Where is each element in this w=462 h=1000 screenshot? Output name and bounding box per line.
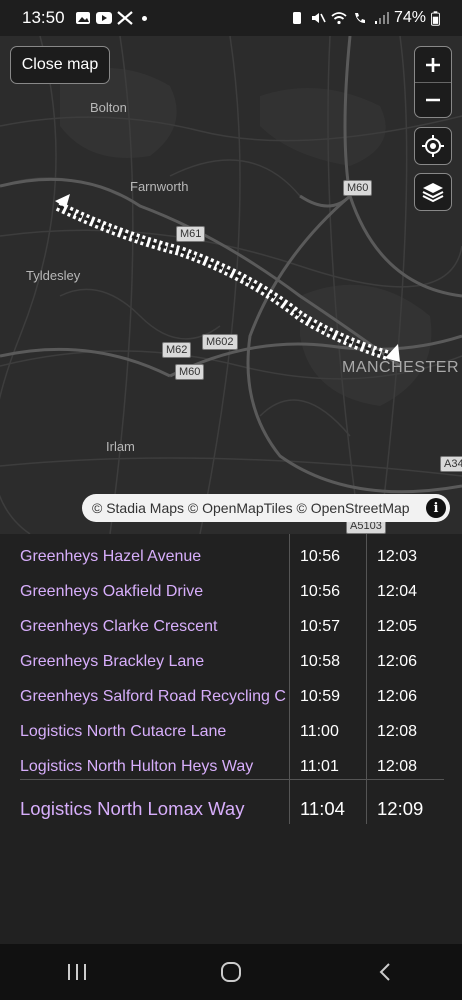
departure-time: 12:05 — [377, 618, 418, 635]
minus-icon — [426, 98, 440, 102]
layers-button[interactable] — [414, 173, 452, 211]
departure-time: 10:56 — [300, 583, 341, 600]
system-nav-bar — [0, 944, 462, 1000]
signal-icon — [374, 12, 389, 24]
stop-name[interactable]: Greenheys Hazel Avenue — [20, 548, 290, 566]
home-button[interactable] — [201, 952, 261, 992]
departure-time: 11:01 — [300, 758, 339, 775]
recents-icon — [68, 964, 86, 980]
stop-name[interactable]: Logistics North Lomax Way — [20, 798, 290, 820]
zoom-in-button[interactable] — [415, 47, 451, 82]
departure-time: 11:04 — [300, 798, 345, 819]
departure-time: 12:06 — [377, 653, 418, 670]
table-row[interactable]: Logistics North Hulton Heys Way 11:01 12… — [0, 744, 462, 779]
home-icon — [221, 962, 241, 982]
departure-time: 12:09 — [377, 798, 424, 819]
close-map-button[interactable]: Close map — [10, 46, 110, 84]
stop-name[interactable]: Logistics North Hulton Heys Way — [20, 758, 290, 776]
road-shield-m62: M62 — [162, 342, 192, 358]
zoom-controls — [414, 46, 452, 118]
location-target-icon — [422, 135, 444, 157]
map-roads — [0, 36, 462, 534]
road-shield-m61: M61 — [176, 226, 206, 242]
layers-icon — [422, 183, 444, 203]
stop-name[interactable]: Greenheys Oakfield Drive — [20, 583, 290, 601]
battery-percent: 74% — [393, 9, 426, 26]
stop-name[interactable]: Greenheys Clarke Crescent — [20, 618, 290, 636]
locate-me-button[interactable] — [414, 127, 452, 165]
gallery-icon — [75, 12, 90, 24]
back-button[interactable] — [355, 952, 415, 992]
place-farnworth: Farnworth — [130, 179, 189, 194]
departure-time: 10:58 — [300, 653, 341, 670]
stop-name[interactable]: Greenheys Salford Road Recycling C — [20, 688, 290, 706]
departure-time: 11:00 — [300, 723, 339, 740]
departure-time: 10:59 — [300, 688, 341, 705]
notification-icons — [75, 11, 147, 25]
table-row[interactable]: Greenheys Brackley Lane 10:58 12:06 — [0, 639, 462, 674]
youtube-icon — [95, 12, 112, 24]
status-time: 13:50 — [22, 8, 65, 27]
battery-saver-icon — [292, 12, 301, 24]
info-icon[interactable]: i — [426, 498, 446, 518]
route-map[interactable]: Bolton Farnworth Tyldesley Irlam MANCHES… — [0, 36, 462, 534]
place-bolton: Bolton — [90, 100, 127, 115]
table-row[interactable]: Greenheys Oakfield Drive 10:56 12:04 — [0, 569, 462, 604]
road-shield-m60: M60 — [343, 180, 373, 196]
road-shield-a34: A34 — [440, 456, 462, 472]
stop-name[interactable]: Logistics North Cutacre Lane — [20, 723, 290, 741]
stop-name[interactable]: Greenheys Brackley Lane — [20, 653, 290, 671]
status-bar: 13:50 74% — [0, 0, 462, 36]
departure-time: 12:03 — [377, 548, 418, 565]
departure-time: 10:57 — [300, 618, 341, 635]
table-row[interactable]: Greenheys Hazel Avenue 10:56 12:03 — [0, 534, 462, 569]
departure-time: 12:08 — [377, 723, 418, 740]
table-row[interactable]: Greenheys Clarke Crescent 10:57 12:05 — [0, 604, 462, 639]
battery-icon — [431, 10, 440, 26]
x-icon — [116, 11, 133, 25]
zoom-out-button[interactable] — [415, 82, 451, 117]
place-irlam: Irlam — [106, 439, 135, 454]
place-tyldesley: Tyldesley — [26, 268, 81, 283]
road-shield-m602: M602 — [202, 334, 238, 350]
timetable: Greenheys Hazel Avenue 10:56 12:03 Green… — [0, 534, 462, 824]
departure-time: 12:06 — [377, 688, 418, 705]
departure-time: 10:56 — [300, 548, 341, 565]
more-notifications-dot — [141, 15, 147, 21]
place-manchester: MANCHESTER — [342, 359, 460, 376]
table-row[interactable]: Logistics North Cutacre Lane 11:00 12:08 — [0, 709, 462, 744]
wifi-icon — [331, 12, 347, 25]
table-row[interactable]: Greenheys Salford Road Recycling C 10:59… — [0, 674, 462, 709]
call-icon — [354, 13, 365, 23]
back-chevron-icon — [379, 963, 390, 981]
plus-icon — [426, 57, 440, 72]
map-attribution: © Stadia Maps © OpenMapTiles © OpenStree… — [82, 494, 450, 522]
departure-time: 12:08 — [377, 758, 418, 775]
mute-icon — [311, 13, 326, 23]
table-row-final-stop[interactable]: Logistics North Lomax Way 11:04 12:09 — [20, 779, 444, 820]
status-right: 74% — [289, 9, 440, 27]
departure-time: 12:04 — [377, 583, 418, 600]
road-shield-m60-south: M60 — [175, 364, 205, 380]
recent-apps-button[interactable] — [47, 952, 107, 992]
attribution-text: © Stadia Maps © OpenMapTiles © OpenStree… — [92, 500, 410, 516]
